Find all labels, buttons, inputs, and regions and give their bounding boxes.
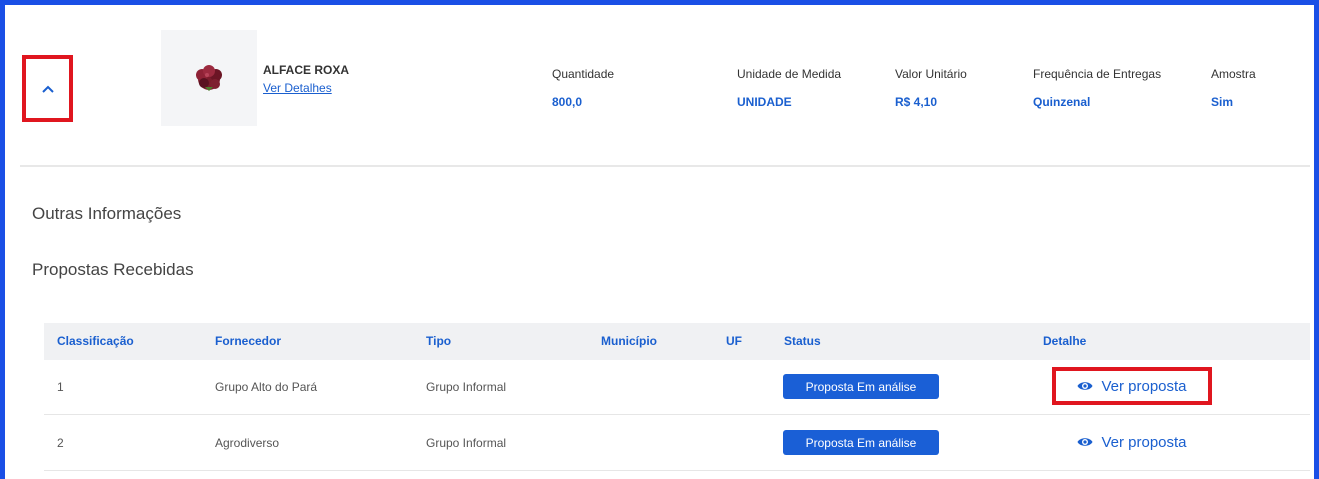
status-badge[interactable]: Proposta Em análise <box>783 374 939 399</box>
attr-delivery-frequency: Frequência de Entregas Quinzenal <box>1033 67 1161 109</box>
attr-unit-price: Valor Unitário R$ 4,10 <box>895 67 967 109</box>
view-proposal-label: Ver proposta <box>1101 377 1187 395</box>
cell-rank: 2 <box>57 436 64 450</box>
attr-sample: Amostra Sim <box>1211 67 1256 109</box>
other-info-heading: Outras Informações <box>32 204 182 223</box>
lettuce-image <box>196 65 222 91</box>
col-header-status: Status <box>784 334 821 348</box>
collapse-toggle-button[interactable] <box>22 55 73 122</box>
col-header-detail: Detalhe <box>1043 334 1087 348</box>
proposals-heading: Propostas Recebidas <box>32 260 194 279</box>
attr-value: Sim <box>1211 95 1234 109</box>
col-header-city: Município <box>601 334 657 348</box>
attr-value: 800,0 <box>552 95 583 109</box>
col-header-supplier: Fornecedor <box>215 334 282 348</box>
attr-value: UNIDADE <box>737 95 792 109</box>
attr-quantity: Quantidade 800,0 <box>552 67 614 109</box>
cell-rank: 1 <box>57 380 64 394</box>
proposals-table: Classificação Fornecedor Tipo Município … <box>44 323 1310 471</box>
attr-label: Quantidade <box>552 67 615 81</box>
product-name: ALFACE ROXA <box>263 63 350 77</box>
table-row: 1 Grupo Alto do Pará Grupo Informal Prop… <box>44 360 1310 415</box>
cell-type: Grupo Informal <box>426 436 507 450</box>
attr-label: Frequência de Entregas <box>1033 67 1162 81</box>
chevron-up-icon <box>41 85 54 93</box>
view-proposal-label: Ver proposta <box>1101 433 1187 451</box>
attr-unit: Unidade de Medida UNIDADE <box>737 67 841 109</box>
product-thumbnail <box>161 30 257 126</box>
attr-value: Quinzenal <box>1033 95 1091 109</box>
view-details-link[interactable]: Ver Detalhes <box>263 81 332 95</box>
cell-type: Grupo Informal <box>426 380 507 394</box>
table-row: 2 Agrodiverso Grupo Informal Proposta Em… <box>44 415 1310 471</box>
attr-label: Valor Unitário <box>895 67 967 81</box>
view-proposal-link[interactable]: Ver proposta <box>1052 423 1212 461</box>
attr-label: Amostra <box>1211 67 1256 81</box>
cell-supplier: Agrodiverso <box>215 436 280 450</box>
attr-label: Unidade de Medida <box>737 67 842 81</box>
col-header-type: Tipo <box>426 334 452 348</box>
col-header-rank: Classificação <box>57 334 134 348</box>
attr-value: R$ 4,10 <box>895 95 938 109</box>
table-header: Classificação Fornecedor Tipo Município … <box>44 323 1310 360</box>
cell-supplier: Grupo Alto do Pará <box>215 380 318 394</box>
product-item-header: ALFACE ROXA Ver Detalhes Quantidade 800,… <box>20 30 1310 167</box>
col-header-uf: UF <box>726 334 742 348</box>
eye-icon <box>1077 382 1093 390</box>
status-badge[interactable]: Proposta Em análise <box>783 430 939 455</box>
view-proposal-link[interactable]: Ver proposta <box>1052 367 1212 405</box>
eye-icon <box>1077 438 1093 446</box>
